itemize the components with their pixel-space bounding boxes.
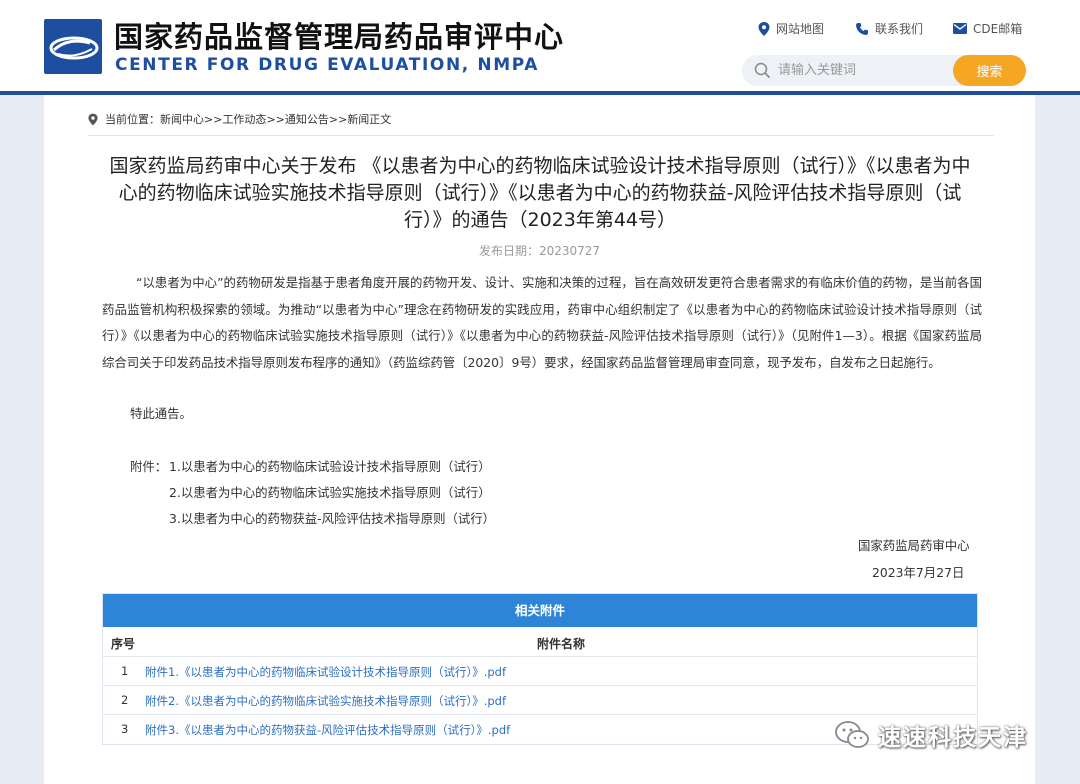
signature-org: 国家药监局药审中心 [858, 538, 970, 553]
attachment-download-link[interactable]: 附件3.《以患者为中心的药物获益-风险评估技术指导原则（试行）》.pdf [145, 722, 510, 738]
logo-emblem-icon [49, 36, 99, 60]
breadcrumb-divider [88, 135, 994, 136]
column-header-name: 附件名称 [537, 637, 586, 651]
watermark: 速速科技天津 [834, 718, 1028, 752]
cde-mail-label: CDE邮箱 [973, 22, 1023, 36]
article-closing: 特此通告。 [130, 406, 192, 421]
contact-link[interactable]: 联系我们 [855, 20, 923, 37]
row-number: 1 [121, 664, 129, 678]
attachment-download-link[interactable]: 附件2.《以患者为中心的药物临床试验实施技术指导原则（试行）》.pdf [145, 693, 506, 709]
search-icon [754, 62, 771, 79]
table-row: 1 附件1.《以患者为中心的药物临床试验设计技术指导原则（试行）》.pdf [103, 657, 977, 686]
article-title: 国家药监局药审中心关于发布 《以患者为中心的药物临床试验设计技术指导原则（试行）… [109, 155, 971, 231]
site-header: 国家药品监督管理局药品审评中心 CENTER FOR DRUG EVALUATI… [0, 0, 1080, 92]
breadcrumb-notices[interactable]: 通知公告 [285, 111, 329, 127]
site-title-cn: 国家药品监督管理局药品审评中心 [114, 20, 565, 54]
breadcrumb-news-article: 新闻正文 [347, 113, 392, 126]
breadcrumb-prefix: 当前位置： [105, 113, 160, 126]
breadcrumb: 当前位置： 新闻中心 >> 工作动态 >> 通知公告 >> 新闻正文 [88, 111, 391, 127]
attachment-list-item: 2.以患者为中心的药物临床试验实施技术指导原则（试行） [169, 485, 491, 500]
attachments-table-heading: 相关附件 [103, 594, 977, 627]
breadcrumb-work-updates[interactable]: 工作动态 [222, 111, 266, 127]
attachment-list-item: 3.以患者为中心的药物获益-风险评估技术指导原则（试行） [169, 511, 496, 526]
location-pin-icon [758, 21, 770, 36]
breadcrumb-separator: >> [328, 112, 348, 126]
search-button[interactable]: 搜索 [953, 55, 1026, 86]
watermark-text: 速速科技天津 [878, 725, 1028, 751]
breadcrumb-separator: >> [204, 112, 223, 126]
cde-mail-link[interactable]: CDE邮箱 [953, 20, 1022, 37]
phone-icon [856, 22, 868, 35]
article-paragraph: “以患者为中心”的药物研发是指基于患者角度开展的药物开发、设计、实施和决策的过程… [102, 275, 982, 370]
attachments-table-header-row: 序号 附件名称 [103, 627, 977, 657]
location-pin-icon [88, 113, 98, 125]
row-number: 3 [121, 722, 129, 736]
contact-label: 联系我们 [875, 22, 924, 36]
article-container: 当前位置： 新闻中心 >> 工作动态 >> 通知公告 >> 新闻正文 国家药监局… [44, 95, 1035, 784]
attachment-download-link[interactable]: 附件1.《以患者为中心的药物临床试验设计技术指导原则（试行）》.pdf [145, 664, 506, 680]
publish-date-value: 20230727 [538, 244, 601, 258]
row-number: 2 [121, 693, 129, 707]
site-title-en: CENTER FOR DRUG EVALUATION, NMPA [115, 55, 539, 75]
search-bar: 搜索 [742, 55, 1026, 86]
attachments-label: 附件： [130, 459, 168, 474]
mail-icon [953, 23, 967, 34]
cde-logo[interactable] [44, 19, 102, 74]
table-row: 2 附件2.《以患者为中心的药物临床试验实施技术指导原则（试行）》.pdf [103, 686, 977, 715]
column-header-number: 序号 [111, 637, 136, 651]
publish-date: 发布日期：20230727 [44, 242, 1035, 259]
wechat-icon [835, 721, 869, 748]
signature-date: 2023年7月27日 [872, 565, 965, 580]
sitemap-link[interactable]: 网站地图 [758, 20, 824, 37]
publish-date-label: 发布日期： [478, 244, 539, 258]
breadcrumb-separator: >> [266, 112, 285, 126]
attachment-list-item: 1.以患者为中心的药物临床试验设计技术指导原则（试行） [169, 459, 491, 474]
breadcrumb-news-center[interactable]: 新闻中心 [160, 111, 204, 127]
search-input[interactable] [778, 59, 948, 82]
sitemap-label: 网站地图 [776, 22, 825, 36]
